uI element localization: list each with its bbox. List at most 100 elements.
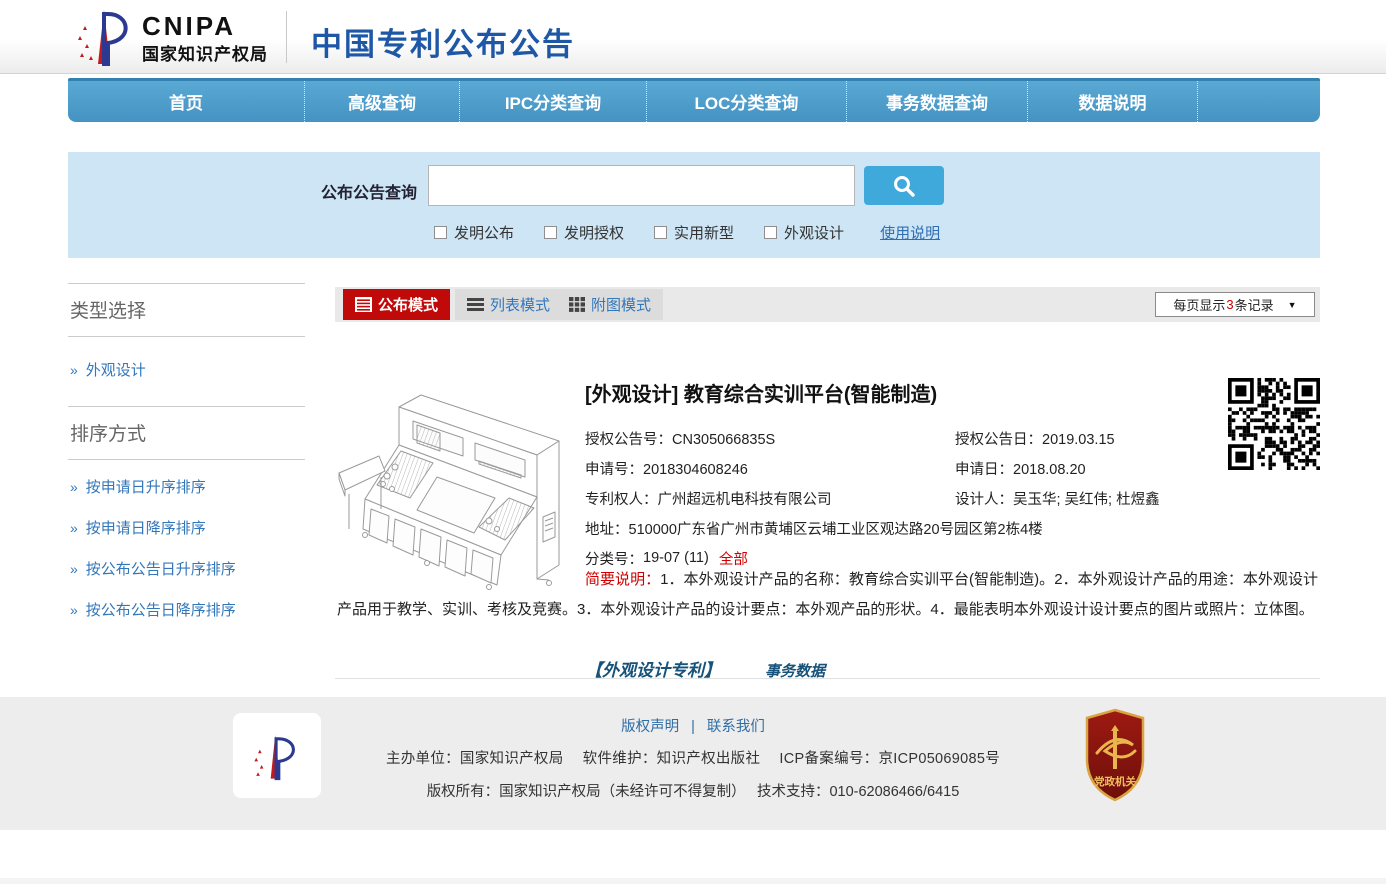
search-panel: 公布公告查询 发明公布 发明授权 实用新型 外观设计 <box>68 152 1320 258</box>
field-value: 510000广东省广州市黄埔区云埔工业区观达路20号园区第2栋4楼 <box>629 518 1043 539</box>
publication-mode-button[interactable]: 公布模式 <box>343 289 450 320</box>
sidebar-link-label: 按公布公告日降序排序 <box>86 599 236 620</box>
sidebar-link-label: 按公布公告日升序排序 <box>86 558 236 579</box>
search-button[interactable] <box>864 166 944 205</box>
figure-mode-button[interactable]: 附图模式 <box>557 289 663 320</box>
field-row: 授权公告号：CN305066835S 授权公告日：2019.03.15 <box>585 423 1320 453</box>
double-chevron-icon: » <box>70 561 78 577</box>
field-address: 地址：510000广东省广州市黄埔区云埔工业区观达路20号园区第2栋4楼 <box>585 513 1320 543</box>
field-designers: 设计人：吴玉华; 吴红伟; 杜煜鑫 <box>955 488 1160 509</box>
checkbox-invention-grant[interactable]: 发明授权 <box>544 222 624 243</box>
checkbox-utility-model[interactable]: 实用新型 <box>654 222 734 243</box>
logo-acronym: CNIPA <box>142 13 268 40</box>
checkbox-box[interactable] <box>434 226 447 239</box>
sidebar-heading-type: 类型选择 <box>68 284 305 337</box>
search-icon <box>892 174 916 198</box>
sidebar-sort-links: » 按申请日升序排序 » 按申请日降序排序 » 按公布公告日升序排序 » 按公布… <box>68 460 305 640</box>
sidebar-link-label: 外观设计 <box>86 359 146 380</box>
nav-item-data-description[interactable]: 数据说明 <box>1028 81 1198 122</box>
checkbox-box[interactable] <box>544 226 557 239</box>
bottom-strip <box>0 878 1386 884</box>
footer-text: 版权声明 | 联系我们 主办单位：国家知识产权局 软件维护：知识产权出版社 IC… <box>0 715 1386 801</box>
government-badge[interactable]: 党政机关 <box>1083 707 1147 803</box>
checkbox-label: 发明公布 <box>454 222 514 243</box>
usage-instructions-link[interactable]: 使用说明 <box>880 222 940 243</box>
header-inner: CNIPA 国家知识产权局 中国专利公布公告 <box>68 0 1320 74</box>
chevron-down-icon: ▼ <box>1288 300 1297 310</box>
list-icon <box>467 298 484 311</box>
double-chevron-icon: » <box>70 479 78 495</box>
checkbox-invention-publication[interactable]: 发明公布 <box>434 222 514 243</box>
sidebar-link-label: 按申请日降序排序 <box>86 517 206 538</box>
patent-details: [外观设计] 教育综合实训平台(智能制造) 授权公告号：CN305066835S… <box>585 378 1320 573</box>
site-title: 中国专利公布公告 <box>311 19 575 64</box>
grid-icon <box>569 297 585 312</box>
search-input[interactable] <box>428 165 855 206</box>
main-nav: 首页 高级查询 IPC分类查询 LOC分类查询 事务数据查询 数据说明 <box>68 78 1320 122</box>
field-label: 专利权人： <box>585 492 658 508</box>
transaction-data-link[interactable]: 事务数据 <box>765 660 825 681</box>
page-size-select[interactable]: 每页显示3条记录 ▼ <box>1155 292 1315 317</box>
page: CNIPA 国家知识产权局 中国专利公布公告 首页 高级查询 IPC分类查询 L… <box>0 0 1386 884</box>
field-grant-date: 授权公告日：2019.03.15 <box>955 428 1115 449</box>
sidebar-heading-sort: 排序方式 <box>68 407 305 460</box>
field-value: 19-07 (11) <box>643 550 709 566</box>
checkbox-box[interactable] <box>654 226 667 239</box>
field-value: 2018.08.20 <box>1013 462 1086 478</box>
patent-title-link[interactable]: [外观设计] 教育综合实训平台(智能制造) <box>585 378 1320 407</box>
nav-item-ipc-search[interactable]: IPC分类查询 <box>460 81 647 122</box>
badge-label: 党政机关 <box>1094 775 1136 788</box>
footer: 版权声明 | 联系我们 主办单位：国家知识产权局 软件维护：知识产权出版社 IC… <box>0 697 1386 830</box>
footer-separator: | <box>691 719 695 735</box>
brief-description-label: 简要说明： <box>585 571 660 588</box>
logo-org-name: 国家知识产权局 <box>142 40 268 65</box>
checkbox-design[interactable]: 外观设计 <box>764 222 844 243</box>
result-item: [外观设计] 教育综合实训平台(智能制造) 授权公告号：CN305066835S… <box>335 322 1320 679</box>
copyright-statement-link[interactable]: 版权声明 <box>621 719 679 735</box>
sidebar-item-sort-pubdate-desc[interactable]: » 按公布公告日降序排序 <box>68 589 305 630</box>
checkbox-label: 实用新型 <box>674 222 734 243</box>
sidebar-item-sort-pubdate-asc[interactable]: » 按公布公告日升序排序 <box>68 548 305 589</box>
field-label: 申请日： <box>955 462 1013 478</box>
double-chevron-icon: » <box>70 520 78 536</box>
field-row: 专利权人：广州超远机电科技有限公司 设计人：吴玉华; 吴红伟; 杜煜鑫 <box>585 483 1320 513</box>
field-label: 申请号： <box>585 462 643 478</box>
list-mode-button[interactable]: 列表模式 <box>455 289 562 320</box>
field-value: CN305066835S <box>672 432 775 448</box>
footer-copyright-line: 版权所有：国家知识产权局（未经许可不得复制） 技术支持：010-62086466… <box>0 780 1386 801</box>
field-patentee: 专利权人：广州超远机电科技有限公司 <box>585 488 955 509</box>
patent-drawing-image[interactable] <box>337 377 570 591</box>
field-row: 申请号：2018304608246 申请日：2018.08.20 <box>585 453 1320 483</box>
sidebar-item-sort-appdate-asc[interactable]: » 按申请日升序排序 <box>68 466 305 507</box>
brief-description: 简要说明：1．本外观设计产品的名称：教育综合实训平台(智能制造)。2．本外观设计… <box>337 565 1318 625</box>
design-patent-link[interactable]: 【外观设计专利】 <box>585 656 721 681</box>
mode-label: 公布模式 <box>378 294 438 315</box>
field-label: 授权公告日： <box>955 432 1042 448</box>
nav-item-transaction-search[interactable]: 事务数据查询 <box>847 81 1028 122</box>
nav-item-home[interactable]: 首页 <box>68 81 305 122</box>
sidebar-item-sort-appdate-desc[interactable]: » 按申请日降序排序 <box>68 507 305 548</box>
logo-text: CNIPA 国家知识产权局 <box>142 13 268 65</box>
page-size-suffix: 条记录 <box>1235 295 1274 314</box>
field-label: 地址： <box>585 518 629 539</box>
field-application-number: 申请号：2018304608246 <box>585 458 955 479</box>
nav-item-advanced-search[interactable]: 高级查询 <box>305 81 460 122</box>
contact-us-link[interactable]: 联系我们 <box>707 719 765 735</box>
checkbox-box[interactable] <box>764 226 777 239</box>
nav-item-loc-search[interactable]: LOC分类查询 <box>647 81 847 122</box>
mode-label: 列表模式 <box>490 294 550 315</box>
mode-label: 附图模式 <box>591 294 651 315</box>
page-size-prefix: 每页显示 <box>1173 295 1225 314</box>
sidebar: 类型选择 » 外观设计 排序方式 » 按申请日升序排序 » 按申请日降序排序 »… <box>68 283 305 640</box>
field-application-date: 申请日：2018.08.20 <box>955 458 1086 479</box>
field-grant-number: 授权公告号：CN305066835S <box>585 428 955 449</box>
sidebar-item-design[interactable]: » 外观设计 <box>68 349 305 390</box>
main-content: 公布模式 列表模式 附图模式 每页显示3条记录 <box>335 287 1320 679</box>
checkbox-label: 外观设计 <box>784 222 844 243</box>
footer-organizer-line: 主办单位：国家知识产权局 软件维护：知识产权出版社 ICP备案编号：京ICP05… <box>0 747 1386 768</box>
header: CNIPA 国家知识产权局 中国专利公布公告 <box>0 0 1386 74</box>
document-lines-icon <box>355 297 372 312</box>
search-type-row: 发明公布 发明授权 实用新型 外观设计 使用说明 <box>434 222 940 243</box>
footer-links-row: 版权声明 | 联系我们 <box>0 715 1386 736</box>
checkbox-label: 发明授权 <box>564 222 624 243</box>
